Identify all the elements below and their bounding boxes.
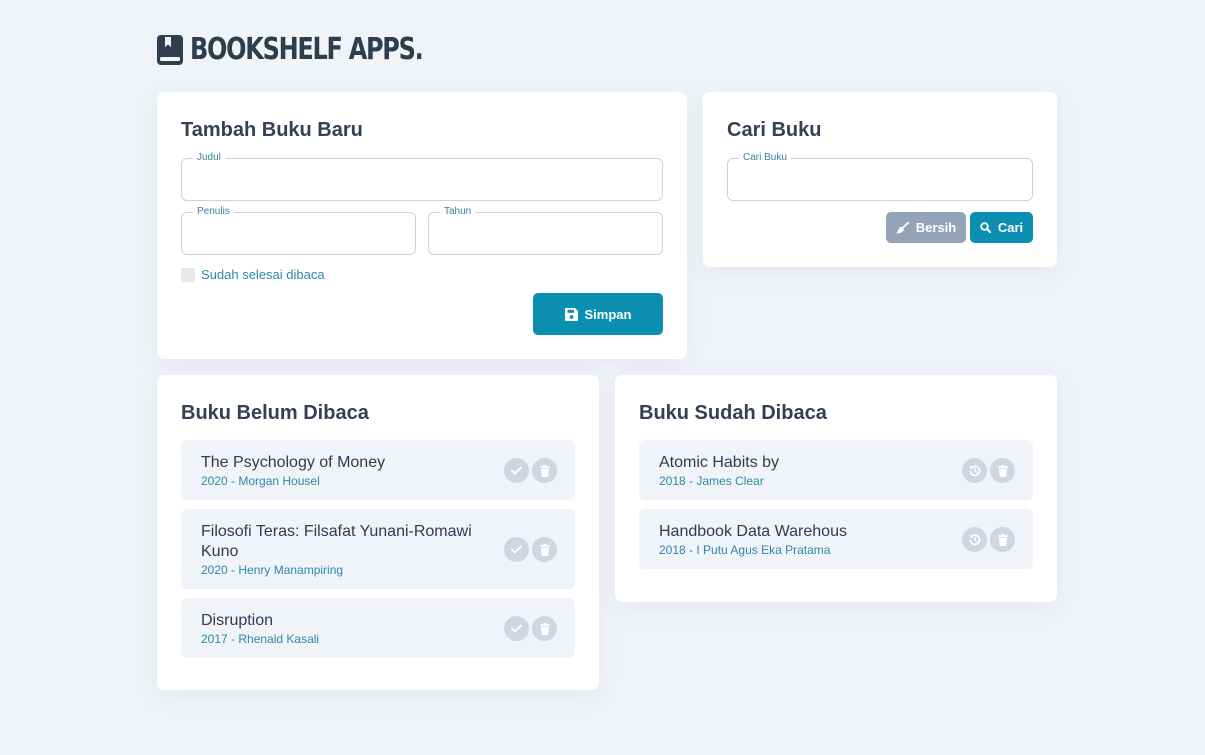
title-field: Judul <box>181 151 663 201</box>
book-item: The Psychology of Money 2020 - Morgan Ho… <box>181 440 575 500</box>
save-button-label: Simpan <box>584 306 632 322</box>
year-field: Tahun <box>428 205 663 255</box>
book-title: Handbook Data Warehous <box>659 523 847 540</box>
delete-book-button[interactable] <box>532 537 557 562</box>
title-input[interactable] <box>182 159 662 200</box>
mark-unread-button[interactable] <box>962 458 987 483</box>
trash-icon <box>997 464 1008 477</box>
search-field: Cari Buku <box>727 151 1033 201</box>
book-item: Atomic Habits by 2018 - James Clear <box>639 440 1033 500</box>
check-icon <box>511 624 522 633</box>
book-meta: 2020 - Henry Manampiring <box>201 563 344 577</box>
trash-icon <box>539 622 550 635</box>
book-item: Disruption 2017 - Rhenald Kasali <box>181 598 575 658</box>
finished-reading-option[interactable]: Sudah selesai dibaca <box>181 268 325 282</box>
book-meta: 2018 - James Clear <box>659 474 764 488</box>
read-books-heading: Buku Sudah Dibaca <box>639 402 827 424</box>
search-button[interactable]: Cari <box>970 212 1033 243</box>
unread-books-heading: Buku Belum Dibaca <box>181 402 369 424</box>
delete-book-button[interactable] <box>990 527 1015 552</box>
search-heading: Cari Buku <box>727 119 822 141</box>
book-icon <box>157 35 183 65</box>
author-field: Penulis <box>181 205 416 255</box>
book-title: Atomic Habits by <box>659 454 780 471</box>
book-actions <box>504 616 557 641</box>
delete-book-button[interactable] <box>990 458 1015 483</box>
book-title: Filosofi Teras: Filsafat Yunani-Romawi K… <box>201 523 472 560</box>
book-title: The Psychology of Money <box>201 454 386 471</box>
magnifier-icon <box>980 222 991 233</box>
trash-icon <box>539 464 550 477</box>
floppy-disk-icon <box>564 307 578 321</box>
book-actions <box>504 537 557 562</box>
finished-reading-checkbox[interactable] <box>181 268 195 282</box>
delete-book-button[interactable] <box>532 616 557 641</box>
book-meta: 2017 - Rhenald Kasali <box>201 632 320 646</box>
book-title: Disruption <box>201 612 274 629</box>
clear-button[interactable]: Bersih <box>886 212 966 243</box>
book-item: Filosofi Teras: Filsafat Yunani-Romawi K… <box>181 509 575 589</box>
read-books-card: Buku Sudah Dibaca Atomic Habits by 2018 … <box>615 375 1057 602</box>
mark-unread-button[interactable] <box>962 527 987 552</box>
book-actions <box>504 458 557 483</box>
history-icon <box>969 464 980 476</box>
search-button-label: Cari <box>997 220 1024 235</box>
trash-icon <box>997 533 1008 546</box>
search-input[interactable] <box>728 159 1032 200</box>
check-icon <box>511 466 522 475</box>
save-button[interactable]: Simpan <box>533 293 663 335</box>
book-item: Handbook Data Warehous 2018 - I Putu Agu… <box>639 509 1033 569</box>
add-book-heading: Tambah Buku Baru <box>181 119 363 141</box>
history-icon <box>969 533 980 545</box>
delete-book-button[interactable] <box>532 458 557 483</box>
book-actions <box>962 527 1015 552</box>
book-meta: 2018 - I Putu Agus Eka Pratama <box>659 543 831 557</box>
year-input[interactable] <box>429 213 662 254</box>
search-card: Cari Buku Cari Buku Bersih Cari <box>703 92 1057 267</box>
author-input[interactable] <box>182 213 415 254</box>
mark-read-button[interactable] <box>504 537 529 562</box>
mark-read-button[interactable] <box>504 616 529 641</box>
book-meta: 2020 - Morgan Housel <box>201 474 320 488</box>
trash-icon <box>539 543 550 556</box>
app-title: BOOKSHELF APPS. <box>190 32 424 67</box>
check-icon <box>511 545 522 554</box>
unread-books-card: Buku Belum Dibaca The Psychology of Mone… <box>157 375 599 690</box>
add-book-card: Tambah Buku Baru Judul Penulis Tahun Sud… <box>157 92 687 359</box>
clear-button-label: Bersih <box>915 220 957 235</box>
app-logo: BOOKSHELF APPS. <box>157 33 481 67</box>
finished-reading-label: Sudah selesai dibaca <box>201 267 325 282</box>
book-actions <box>962 458 1015 483</box>
mark-read-button[interactable] <box>504 458 529 483</box>
broom-icon <box>895 221 909 233</box>
